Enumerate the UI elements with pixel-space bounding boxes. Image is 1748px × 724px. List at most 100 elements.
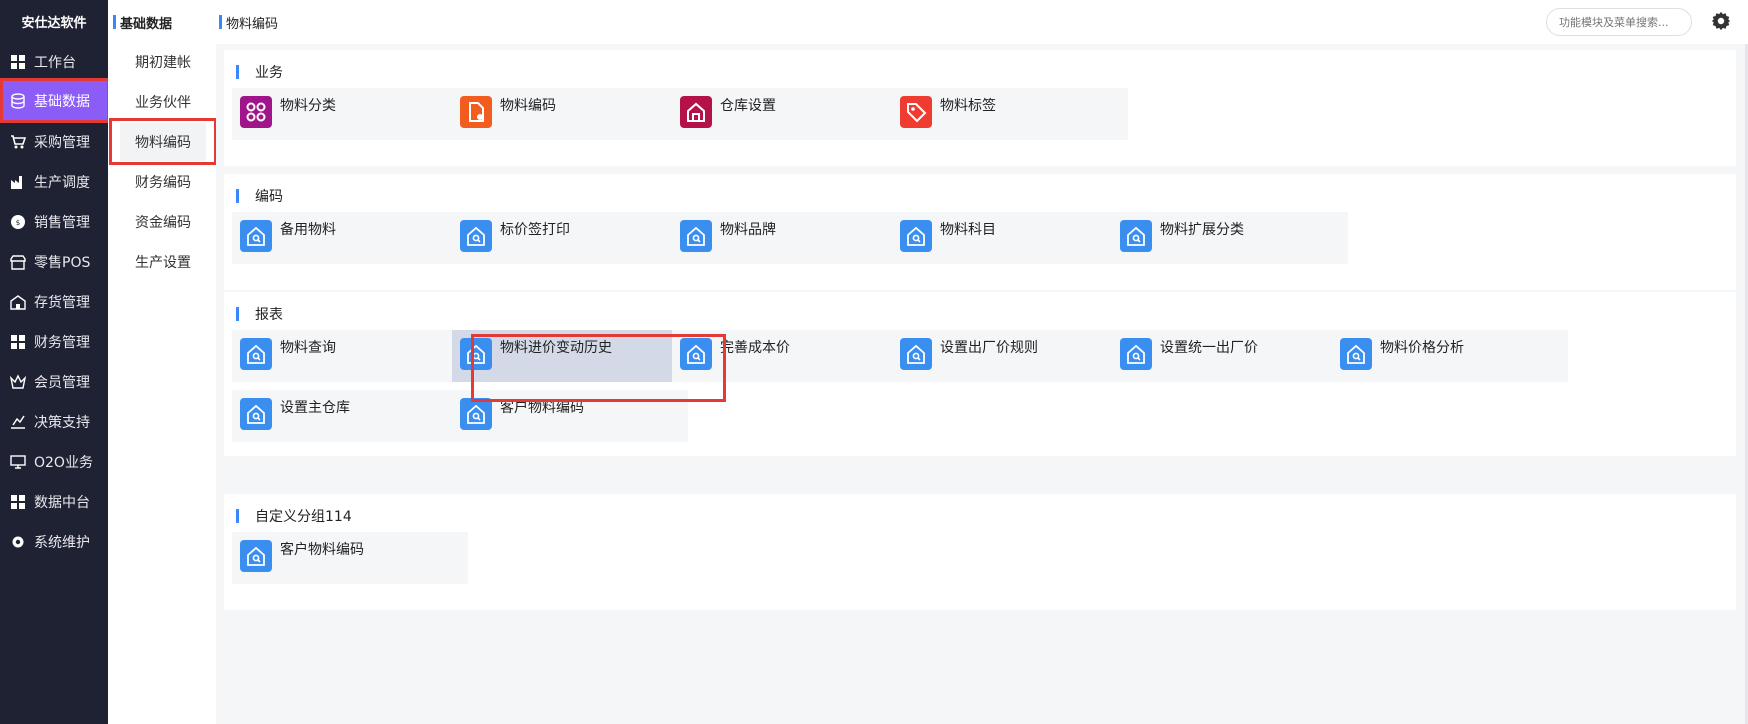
house-search-icon (460, 220, 492, 252)
sidebar-item-member[interactable]: 会员管理 (0, 362, 108, 402)
group-title-text: 报表 (255, 307, 283, 323)
sidebar-item-sales[interactable]: $ 销售管理 (0, 202, 108, 242)
sidebar-item-label: 销售管理 (34, 215, 90, 231)
submenu-item-opening[interactable]: 期初建帐 (120, 43, 206, 81)
tile-label: 物料价格分析 (1380, 340, 1464, 356)
page-title: 物料编码 (226, 16, 279, 32)
sidebar-item-label: 数据中台 (34, 495, 90, 511)
tile-label: 物料扩展分类 (1160, 222, 1244, 238)
group-title: 报表 (236, 306, 283, 323)
settings-gear-icon[interactable] (1710, 10, 1732, 32)
tile-warehouse-settings[interactable]: 仓库设置 (672, 88, 908, 140)
house-search-icon (900, 220, 932, 252)
grid-icon (11, 55, 25, 69)
tile-label: 设置主仓库 (280, 400, 350, 416)
tile-label: 完善成本价 (720, 340, 790, 356)
database-icon (11, 93, 25, 109)
house-search-icon (240, 338, 272, 370)
house-search-icon (1120, 220, 1152, 252)
sidebar-item-pos[interactable]: 零售POS (0, 242, 108, 282)
tile-factory-price-rule[interactable]: 设置出厂价规则 (892, 330, 1128, 382)
sidebar-item-label: 会员管理 (34, 375, 90, 391)
svg-text:$: $ (16, 219, 20, 227)
sidebar-item-label: 零售POS (34, 255, 91, 271)
tile-label: 标价签打印 (500, 222, 570, 238)
house-search-icon (460, 398, 492, 430)
tile-unified-factory-price[interactable]: 设置统一出厂价 (1112, 330, 1348, 382)
tile-customer-material-code[interactable]: 客户物料编码 (452, 390, 688, 442)
category-icon (240, 96, 272, 128)
warehouse-icon (10, 295, 26, 310)
crown-icon (10, 374, 26, 389)
tile-purchase-price-history[interactable]: 物料进价变动历史 (452, 330, 688, 382)
sidebar-item-decision[interactable]: 决策支持 (0, 402, 108, 442)
house-search-icon (240, 398, 272, 430)
sidebar-item-system[interactable]: 系统维护 (0, 522, 108, 562)
house-search-icon (680, 220, 712, 252)
group-card-business: 业务 物料分类 物料编码 仓库设置 物料标签 (224, 50, 1736, 166)
gear-icon (12, 536, 24, 548)
group-title-text: 编码 (255, 189, 283, 205)
search-input[interactable] (1546, 8, 1692, 36)
tile-label: 设置统一出厂价 (1160, 340, 1258, 356)
sidebar-item-label: 基础数据 (34, 94, 90, 110)
sidebar-item-data-center[interactable]: 数据中台 (0, 482, 108, 522)
sidebar-item-label: 系统维护 (34, 535, 90, 551)
sidebar-item-finance[interactable]: 财务管理 (0, 322, 108, 362)
accent-bar (113, 15, 116, 29)
tile-label: 仓库设置 (720, 98, 776, 114)
group-card-reports: 报表 物料查询 物料进价变动历史 完善成本价 设置出厂价规则 设置统一出厂价 物… (224, 292, 1736, 456)
group-title: 业务 (236, 64, 283, 81)
tile-material-label[interactable]: 物料标签 (892, 88, 1128, 140)
tile-label: 物料标签 (940, 98, 996, 114)
sidebar-item-workbench[interactable]: 工作台 (0, 42, 108, 82)
submenu-item-fund-code[interactable]: 资金编码 (120, 203, 206, 241)
group-card-custom: 自定义分组114 客户物料编码 (224, 494, 1736, 610)
tile-label: 设置出厂价规则 (940, 340, 1038, 356)
tile-label: 物料编码 (500, 98, 556, 114)
submenu-item-material-code[interactable]: 物料编码 (120, 123, 206, 161)
sidebar-item-inventory[interactable]: 存货管理 (0, 282, 108, 322)
sidebar-item-production[interactable]: 生产调度 (0, 162, 108, 202)
tile-material-code[interactable]: 物料编码 (452, 88, 688, 140)
tile-label: 物料品牌 (720, 222, 776, 238)
sales-icon: $ (11, 215, 25, 229)
tile-material-price-analysis[interactable]: 物料价格分析 (1332, 330, 1568, 382)
tile-label: 物料查询 (280, 340, 336, 356)
tile-price-tag-print[interactable]: 标价签打印 (452, 212, 688, 264)
chart-icon (11, 415, 25, 429)
tile-spare-material[interactable]: 备用物料 (232, 212, 468, 264)
sidebar-item-basic-data[interactable]: 基础数据 (0, 81, 108, 121)
tile-customer-material-code-custom[interactable]: 客户物料编码 (232, 532, 468, 584)
tile-material-subject[interactable]: 物料科目 (892, 212, 1128, 264)
tile-material-category[interactable]: 物料分类 (232, 88, 468, 140)
sidebar-item-label: 财务管理 (34, 335, 90, 351)
top-bar: 物料编码 (216, 0, 1748, 45)
submenu-item-partners[interactable]: 业务伙伴 (120, 83, 206, 121)
group-card-coding: 编码 备用物料 标价签打印 物料品牌 物料科目 物料扩展分类 (224, 166, 1736, 290)
tile-label: 物料分类 (280, 98, 336, 114)
brand-logo-text: 安仕达软件 (21, 16, 87, 31)
cart-icon (11, 135, 26, 149)
accent-bar (236, 307, 239, 321)
tile-material-brand[interactable]: 物料品牌 (672, 212, 908, 264)
tile-complete-cost-price[interactable]: 完善成本价 (672, 330, 908, 382)
group-title: 自定义分组114 (236, 508, 352, 525)
sidebar-item-label: 采购管理 (34, 135, 90, 151)
monitor-icon (10, 455, 26, 469)
submenu-item-production-settings[interactable]: 生产设置 (120, 243, 206, 281)
tile-material-query[interactable]: 物料查询 (232, 330, 468, 382)
sidebar-item-label: O2O业务 (34, 455, 93, 471)
tile-material-ext-category[interactable]: 物料扩展分类 (1112, 212, 1348, 264)
sidebar-item-label: 生产调度 (34, 175, 90, 191)
house-search-icon (1340, 338, 1372, 370)
submenu-panel: 基础数据 期初建帐 业务伙伴 物料编码 财务编码 资金编码 生产设置 (108, 0, 217, 724)
tile-main-warehouse[interactable]: 设置主仓库 (232, 390, 468, 442)
sidebar-item-purchase[interactable]: 采购管理 (0, 122, 108, 162)
sidebar-item-o2o[interactable]: O2O业务 (0, 442, 108, 482)
submenu-title: 基础数据 (120, 16, 173, 32)
group-title-text: 自定义分组114 (255, 509, 352, 525)
tile-label: 物料进价变动历史 (500, 340, 612, 356)
house-search-icon (680, 338, 712, 370)
submenu-item-finance-code[interactable]: 财务编码 (120, 163, 206, 201)
